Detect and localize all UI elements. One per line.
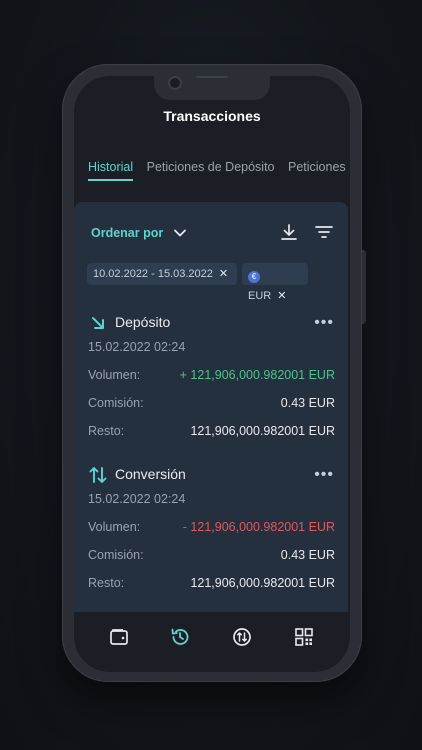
history-icon[interactable] (169, 626, 191, 648)
row-label: Comisión: (88, 548, 144, 562)
tab-peticiones[interactable]: Peticiones (288, 160, 346, 174)
date-range-text: 10.02.2022 - 15.03.2022 (93, 268, 213, 280)
transaction-type: Conversión (115, 466, 186, 482)
exchange-icon[interactable] (231, 626, 253, 648)
side-button (362, 250, 366, 324)
row-label: Resto: (88, 576, 125, 590)
date-range-chip[interactable]: 10.02.2022 - 15.03.2022 ✕ (87, 263, 237, 285)
swap-arrows-icon (89, 467, 107, 483)
page-title: Transacciones (163, 108, 261, 124)
balance-row: Resto: 121,906,000.982001 EUR (88, 424, 335, 438)
more-options-icon[interactable]: ••• (314, 466, 334, 484)
close-icon[interactable]: ✕ (277, 290, 286, 302)
currency-chip[interactable]: € EUR ✕ (242, 263, 308, 302)
camera-icon (170, 78, 180, 88)
close-icon[interactable]: ✕ (219, 268, 228, 280)
row-value: 0.43 EUR (280, 396, 335, 410)
row-value: - 121,906,000.982001 EUR (182, 520, 335, 534)
transactions-card: Ordenar por 10.02.2022 - 15.03.2022 ✕ € EU… (74, 202, 348, 622)
row-label: Volumen: (88, 520, 141, 534)
more-options-icon[interactable]: ••• (314, 314, 334, 332)
sort-button[interactable]: Ordenar por (91, 226, 163, 240)
row-value: 121,906,000.982001 EUR (190, 576, 335, 590)
euro-coin-icon: € (248, 271, 260, 283)
tab-peticiones-deposito[interactable]: Peticiones de Depósito (147, 160, 275, 174)
download-icon[interactable] (280, 223, 298, 241)
transaction-date: 15.02.2022 02:24 (88, 492, 186, 506)
transaction-type: Depósito (115, 314, 171, 330)
balance-row: Resto: 121,906,000.982001 EUR (88, 576, 335, 590)
transaction-date: 15.02.2022 02:24 (88, 340, 186, 354)
bottom-nav (74, 612, 350, 672)
volume-row: Volumen: + 121,906,000.982001 EUR (88, 368, 335, 382)
arrow-down-right-icon (92, 317, 104, 329)
row-label: Volumen: (88, 368, 141, 382)
tab-historial[interactable]: Historial (88, 160, 134, 181)
speaker-grille (196, 76, 228, 78)
row-value: 121,906,000.982001 EUR (190, 424, 335, 438)
notch (154, 76, 270, 100)
filter-icon[interactable] (315, 224, 333, 240)
row-value: + 121,906,000.982001 EUR (179, 368, 335, 382)
row-label: Resto: (88, 424, 125, 438)
volume-row: Volumen: - 121,906,000.982001 EUR (88, 520, 335, 534)
commission-row: Comisión: 0.43 EUR (88, 396, 335, 410)
qr-grid-icon[interactable] (293, 626, 315, 648)
chevron-down-icon[interactable] (173, 226, 187, 240)
row-label: Comisión: (88, 396, 144, 410)
row-value: 0.43 EUR (280, 548, 335, 562)
app-screen: Transacciones Historial Peticiones de De… (74, 76, 350, 672)
tab-bar: Historial Peticiones de Depósito Peticio… (88, 160, 350, 182)
commission-row: Comisión: 0.43 EUR (88, 548, 335, 562)
currency-text: EUR (248, 290, 272, 302)
wallet-icon[interactable] (108, 626, 130, 648)
